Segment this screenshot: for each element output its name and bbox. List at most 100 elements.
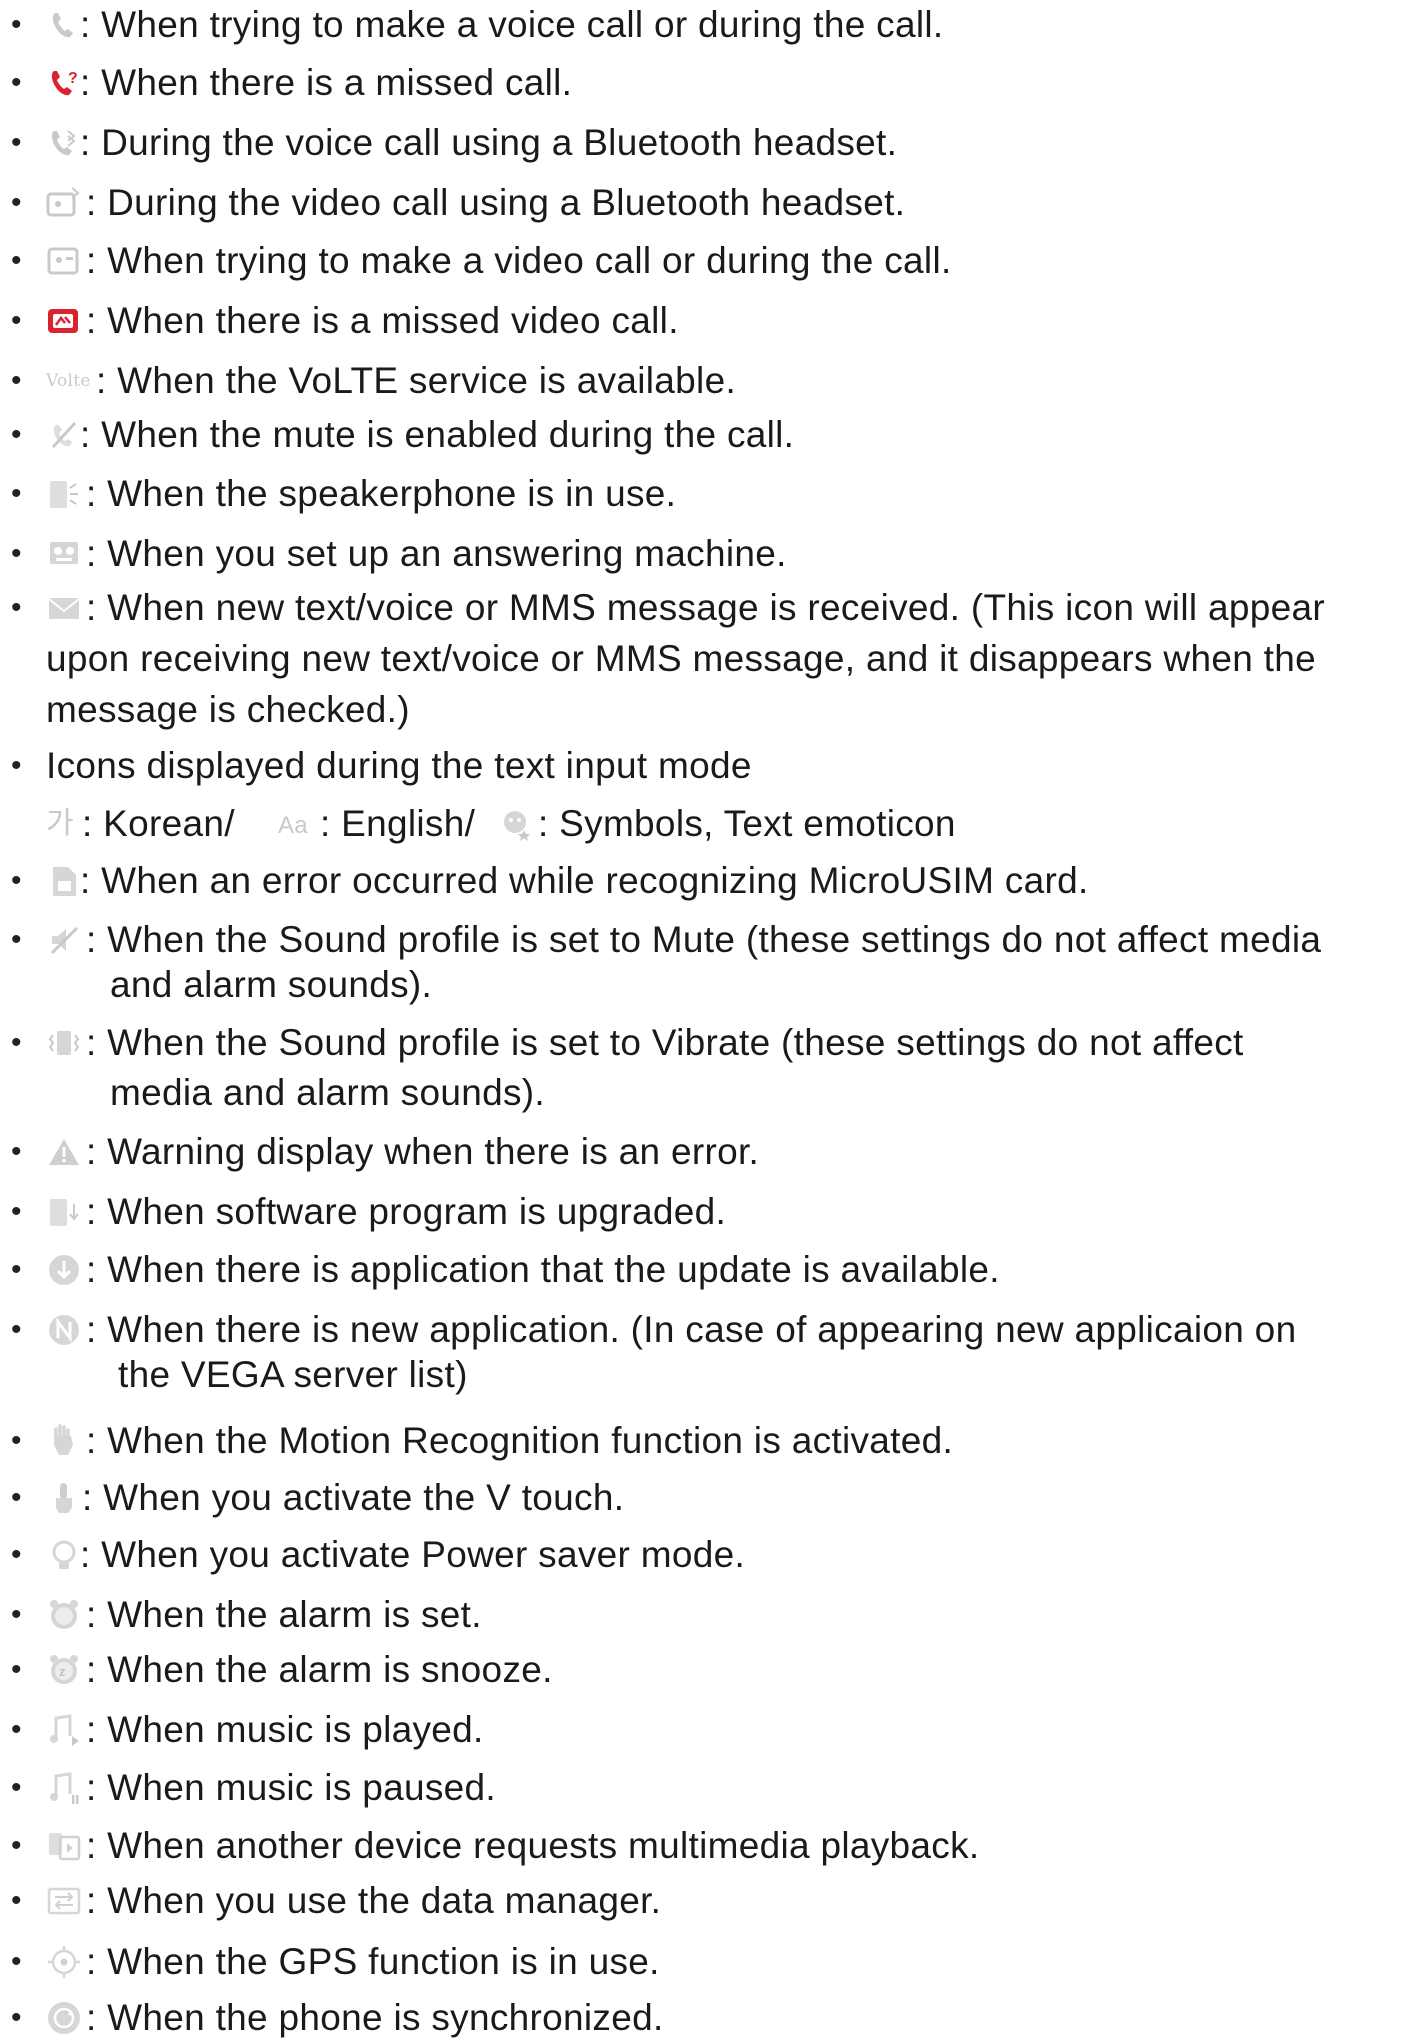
item-text: : When trying to make a video call or du… xyxy=(86,240,952,281)
item-text: : When there is a missed call. xyxy=(80,62,573,103)
missed-call-icon: ? xyxy=(51,70,78,96)
bullet: • xyxy=(11,1195,22,1228)
multimedia-playback-icon xyxy=(49,1833,81,1861)
bullet: • xyxy=(11,1713,22,1746)
bullet: • xyxy=(11,66,22,99)
music-play-icon xyxy=(50,1714,79,1746)
bullet: • xyxy=(11,1598,22,1631)
english-label: : English/ xyxy=(320,803,476,844)
bullet: • xyxy=(11,1026,22,1059)
item-text: : When the mute is enabled during the ca… xyxy=(80,414,795,455)
item-text: : When music is paused. xyxy=(86,1767,496,1808)
item-text-continued: media and alarm sounds). xyxy=(110,1072,545,1113)
alarm-icon xyxy=(50,1600,78,1629)
bullet: • xyxy=(11,1424,22,1457)
mute-call-icon xyxy=(51,421,77,449)
item-text: : When you activate Power saver mode. xyxy=(80,1534,746,1575)
item-text: : When the speakerphone is in use. xyxy=(86,473,677,514)
bullet: • xyxy=(11,1253,22,1286)
bluetooth-voice-call-icon xyxy=(51,130,76,156)
bullet: • xyxy=(11,1313,22,1346)
video-call-icon xyxy=(47,247,79,275)
item-text: Icons displayed during the text input mo… xyxy=(46,745,752,786)
bullet: • xyxy=(11,1481,22,1514)
software-upgrade-icon xyxy=(50,1199,79,1226)
svg-text:?: ? xyxy=(68,70,78,87)
v-touch-icon xyxy=(56,1483,72,1513)
item-text: : When you use the data manager. xyxy=(86,1880,662,1921)
bullet: • xyxy=(11,1829,22,1862)
item-text: : When another device requests multimedi… xyxy=(86,1825,980,1866)
bullet: • xyxy=(11,591,22,624)
bullet: • xyxy=(11,186,22,219)
korean-label: : Korean/ xyxy=(82,803,235,844)
item-text: : When there is application that the upd… xyxy=(86,1249,1000,1290)
bullet: • xyxy=(11,1538,22,1571)
data-manager-icon xyxy=(47,1887,81,1915)
bullet: • xyxy=(11,304,22,337)
item-text-continued: message is checked.) xyxy=(46,689,410,730)
bullet: • xyxy=(11,537,22,570)
item-text-continued: the VEGA server list) xyxy=(118,1354,468,1395)
item-text-continued: upon receiving new text/voice or MMS mes… xyxy=(46,638,1316,679)
english-input-icon: Aa xyxy=(278,812,308,839)
status-icon-list: • : When trying to make a voice call or … xyxy=(0,0,1408,2038)
item-text: : When you set up an answering machine. xyxy=(86,533,787,574)
phone-call-icon xyxy=(52,13,73,38)
item-text: : When the GPS function is in use. xyxy=(86,1941,660,1982)
bullet: • xyxy=(11,1884,22,1917)
item-text-continued: and alarm sounds). xyxy=(110,964,433,1005)
bullet: • xyxy=(11,2001,22,2034)
motion-recognition-icon xyxy=(54,1424,73,1455)
bullet: • xyxy=(11,364,22,397)
vibrate-icon xyxy=(48,1031,80,1055)
item-text: : When music is played. xyxy=(86,1709,484,1750)
bullet: • xyxy=(11,126,22,159)
bullet: • xyxy=(11,1653,22,1686)
item-text: : When software program is upgraded. xyxy=(86,1191,727,1232)
svg-text:z: z xyxy=(59,1664,66,1679)
gps-icon xyxy=(48,1946,80,1978)
item-text: : When the Sound profile is set to Mute … xyxy=(86,919,1322,960)
bullet: • xyxy=(11,1945,22,1978)
bullet: • xyxy=(11,749,22,782)
korean-input-icon: 가 xyxy=(46,806,74,841)
power-saver-icon xyxy=(52,1540,76,1569)
bullet: • xyxy=(11,1135,22,1168)
item-text: : When you activate the V touch. xyxy=(82,1477,625,1518)
alarm-snooze-icon: z xyxy=(50,1655,78,1684)
item-text: : During the voice call using a Bluetoot… xyxy=(80,122,898,163)
new-app-icon xyxy=(49,1315,79,1345)
item-text: : When the alarm is snooze. xyxy=(86,1649,553,1690)
bluetooth-video-call-icon xyxy=(46,187,80,217)
volte-icon: Volte xyxy=(46,371,91,391)
item-text: : When new text/voice or MMS message is … xyxy=(86,587,1325,628)
bullet: • xyxy=(11,244,22,277)
symbols-emoticon-icon xyxy=(504,811,530,841)
item-text: : When the Sound profile is set to Vibra… xyxy=(86,1022,1244,1063)
symbols-label: : Symbols, Text emoticon xyxy=(538,803,956,844)
music-pause-icon xyxy=(50,1772,79,1804)
item-text: : Warning display when there is an error… xyxy=(86,1131,760,1172)
bullet: • xyxy=(11,8,22,41)
item-text: : When the alarm is set. xyxy=(86,1594,482,1635)
bullet: • xyxy=(11,418,22,451)
answering-machine-icon xyxy=(50,542,78,564)
speakerphone-icon xyxy=(50,481,78,508)
item-text: : When the Motion Recognition function i… xyxy=(86,1420,954,1461)
sync-icon xyxy=(48,2002,80,2034)
usim-error-icon xyxy=(53,867,76,896)
bullet: • xyxy=(11,923,22,956)
item-text: : When an error occurred while recognizi… xyxy=(80,860,1089,901)
item-text: : When the VoLTE service is available. xyxy=(96,360,737,401)
item-text: : During the video call using a Bluetoot… xyxy=(86,182,906,223)
item-text: : When there is a missed video call. xyxy=(86,300,679,341)
bullet: • xyxy=(11,1771,22,1804)
item-text: : When the phone is synchronized. xyxy=(86,1997,664,2038)
warning-icon xyxy=(49,1139,79,1165)
item-text: : When there is new application. (In cas… xyxy=(86,1309,1297,1350)
message-icon xyxy=(48,598,80,619)
bullet: • xyxy=(11,477,22,510)
item-text: : When trying to make a voice call or du… xyxy=(80,4,944,45)
sound-mute-icon xyxy=(50,926,79,955)
